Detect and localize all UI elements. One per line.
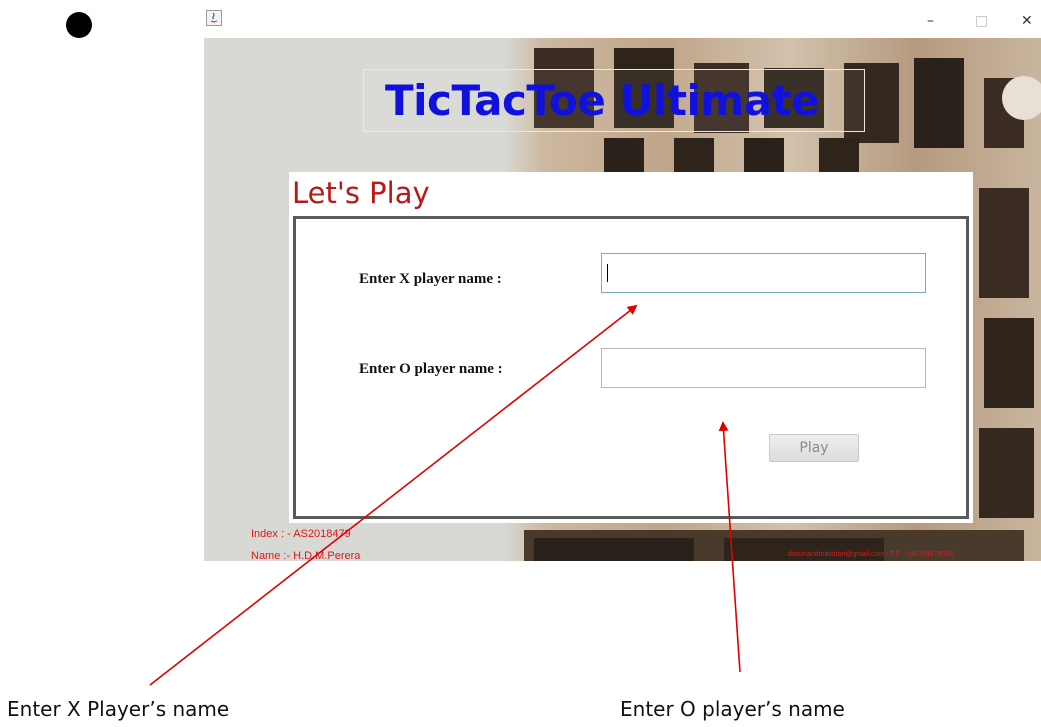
x-arrow-caption: Enter X Player’s name [7,697,230,721]
o-arrow-caption: Enter O player’s name [620,697,845,721]
annotation-arrows [149,304,741,686]
x-input-arrow [149,304,638,686]
o-input-arrow [718,421,741,673]
